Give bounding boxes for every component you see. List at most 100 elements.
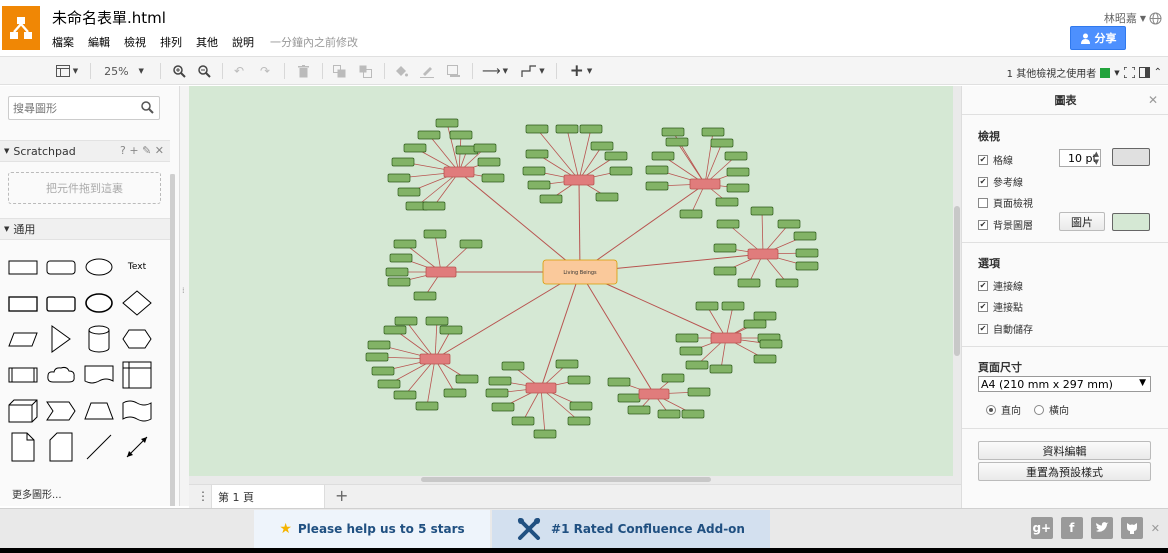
leaf-node[interactable] [387,173,411,183]
scratchpad-tools[interactable]: ? + ✎ ✕ [120,144,164,157]
leaf-node[interactable] [793,231,817,241]
hub-node[interactable] [710,332,742,344]
leaf-node[interactable] [417,130,441,140]
leaf-node[interactable] [393,239,417,249]
close-icon[interactable]: ✕ [1151,522,1160,535]
leaf-node[interactable] [569,401,593,411]
sidebar-scrollbar[interactable] [170,174,175,506]
background-checkbox[interactable]: ✔ [978,219,988,230]
leaf-node[interactable] [604,151,628,161]
globe-icon[interactable] [1149,12,1162,25]
shape-internal-storage[interactable] [120,360,154,390]
horizontal-scroll-thumb[interactable] [421,477,711,482]
sidebar-scroll-thumb[interactable] [170,174,175,506]
shape-hexagon[interactable] [120,324,154,354]
leaf-node[interactable] [795,248,819,258]
edit-data-button[interactable]: 資料編輯 [978,441,1151,460]
share-button[interactable]: 分享 [1070,26,1126,50]
zoom-out-button[interactable] [195,62,213,80]
portrait-label[interactable]: 直向 [1001,402,1021,417]
leaf-node[interactable] [665,137,689,147]
leaf-node[interactable] [695,301,719,311]
format-panel-icon[interactable] [1138,67,1150,78]
leaf-node[interactable] [511,416,535,426]
leaf-connector[interactable] [676,141,706,185]
menu-arrange[interactable]: 排列 [160,34,182,50]
facebook-icon[interactable]: f [1060,517,1083,539]
shape-triangle[interactable] [44,324,78,354]
background-image-button[interactable]: 圖片 [1059,212,1105,231]
leaf-connector[interactable] [578,128,592,181]
leaf-node[interactable] [415,401,439,411]
google-plus-icon[interactable]: g+ [1030,517,1053,539]
menu-file[interactable]: 檔案 [52,34,74,50]
leaf-node[interactable] [726,167,750,177]
leaf-node[interactable] [459,239,483,249]
leaf-connector[interactable] [540,387,546,435]
insert-dropdown[interactable]: + ▼ [566,61,596,81]
leaf-node[interactable] [539,194,563,204]
confluence-banner[interactable]: #1 Rated Confluence Add-on [492,510,770,548]
shape-ellipse[interactable] [82,252,116,282]
to-front-button[interactable] [330,62,348,80]
leaf-node[interactable] [425,316,449,326]
leaf-node[interactable] [387,277,411,287]
shape-bidirectional-arrow[interactable] [120,432,154,462]
leaf-node[interactable] [477,157,501,167]
hub-node[interactable] [563,174,595,186]
grid-color-swatch[interactable] [1112,148,1150,166]
menu-view[interactable]: 檢視 [124,34,146,50]
leaf-node[interactable] [759,339,783,349]
leaf-node[interactable] [685,360,709,370]
leaf-node[interactable] [449,130,473,140]
leaf-node[interactable] [607,377,631,387]
hub-node[interactable] [425,266,457,278]
leaf-connector[interactable] [434,320,438,360]
leaf-node[interactable] [721,301,745,311]
shape-diamond[interactable] [120,288,154,318]
last-modified-status[interactable]: 一分鐘內之前修改 [270,34,358,50]
connection-points-option[interactable]: ✔ 連接點 [978,299,1023,314]
hub-connector[interactable] [540,271,581,389]
vertical-scroll-thumb[interactable] [954,206,960,356]
guides-checkbox[interactable]: ✔ [978,176,988,187]
hub-connector[interactable] [434,271,581,360]
fill-color-button[interactable] [392,62,410,80]
leaf-node[interactable] [710,138,734,148]
stepper-icon[interactable]: ▲ ▼ [1094,150,1099,166]
page-menu-icon[interactable]: ⋮ [197,489,209,503]
leaf-node[interactable] [567,416,591,426]
shape-tape[interactable] [120,396,154,426]
github-icon[interactable] [1120,517,1143,539]
menu-help[interactable]: 說明 [232,34,254,50]
page-tab-1[interactable]: 第 1 頁 [211,485,325,508]
shape-step[interactable] [44,396,78,426]
reset-style-button[interactable]: 重置為預設樣式 [978,462,1151,481]
shape-process[interactable] [6,360,40,390]
landscape-label[interactable]: 橫向 [1049,402,1069,417]
leaf-node[interactable] [679,209,703,219]
background-option[interactable]: ✔ 背景圖層 [978,217,1033,232]
leaf-node[interactable] [724,151,748,161]
leaf-node[interactable] [367,340,391,350]
leaf-node[interactable] [527,180,551,190]
delete-button[interactable] [294,62,312,80]
leaf-node[interactable] [645,165,669,175]
leaf-node[interactable] [679,346,703,356]
leaf-node[interactable] [567,375,591,385]
page-view-checkbox[interactable] [978,197,988,208]
leaf-node[interactable] [555,124,579,134]
user-area[interactable]: 林昭嘉 ▼ [1104,10,1162,26]
leaf-node[interactable] [443,388,467,398]
leaf-node[interactable] [491,402,515,412]
leaf-node[interactable] [522,166,546,176]
chevron-down-icon[interactable]: ▼ [1139,378,1146,388]
shape-line[interactable] [82,432,116,462]
leaf-node[interactable] [750,206,774,216]
leaf-node[interactable] [422,201,446,211]
redo-button[interactable]: ↷ [256,62,274,80]
more-shapes-link[interactable]: 更多圖形... [12,486,62,501]
connection-points-checkbox[interactable]: ✔ [978,301,988,312]
leaf-connector[interactable] [434,233,442,273]
leaf-node[interactable] [753,354,777,364]
